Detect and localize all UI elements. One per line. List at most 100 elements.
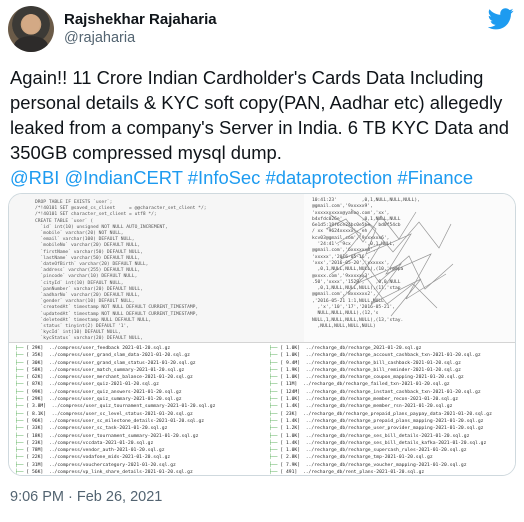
dump-line: ,NULL,NULL,NULL,NULL) — [312, 323, 376, 329]
file-size: [ 23K] — [280, 411, 303, 417]
file-size: [ 22K] — [26, 455, 49, 461]
file-path: ../compress/user_match_summary-2021-01-2… — [48, 367, 185, 373]
file-row: ├── [ 1.4K] ../recharge_db/recharge_prep… — [269, 418, 515, 425]
file-size: [ 2.8K] — [280, 455, 306, 461]
tweet-card[interactable]: Rajshekhar Rajaharia @rajaharia Again!! … — [0, 0, 524, 522]
tree-branch: ├── — [15, 404, 27, 410]
file-size: [ 124M] — [280, 389, 306, 395]
file-row: ├── [ 33K] ../compress/user_sc_task-2021… — [15, 425, 267, 432]
tree-branch: ├── — [269, 367, 281, 373]
file-row: ├── [ 29K] ../compress/user_quiz_summary… — [15, 396, 267, 403]
tweet-text: Again!! 11 Crore Indian Cardholder's Car… — [10, 65, 516, 190]
file-row: ├── [ 58K] ../compress/user_match_summar… — [15, 367, 267, 374]
file-path: ../compress/user_quiz-2021-01-20.sql.gz — [48, 382, 159, 388]
tweet-header: Rajshekhar Rajaharia @rajaharia — [8, 6, 516, 52]
hashtag-finance[interactable]: #Finance — [397, 167, 473, 188]
file-path: ../recharge_db/recharge_failed_txn-2021-… — [302, 382, 450, 388]
twitter-bird-icon[interactable] — [488, 8, 514, 30]
file-row: ├── [ 18K] ../compress/user_tournament_s… — [15, 433, 267, 440]
file-path: ../compress/vouchercategory-2021-01-20.s… — [48, 462, 176, 468]
file-size: [ 23K] — [26, 440, 49, 446]
file-size: [ 491] — [280, 470, 303, 476]
tweet-text-line: personal details & KYC soft copy(PAN, Aa… — [10, 92, 503, 113]
file-path: ../compress/vccdata-2021-01-20.sql.gz — [48, 440, 154, 446]
file-path: ../compress/user_quiz_summary-2021-01-20… — [48, 397, 182, 403]
file-row: ├── [ 11M] ../recharge_db/recharge_faile… — [269, 381, 515, 388]
mention-rbi[interactable]: @RBI — [10, 167, 59, 188]
author-names: Rajshekhar Rajaharia @rajaharia — [64, 10, 217, 48]
file-row: ├── [ 29K] ../compress/user_feedback 202… — [15, 345, 267, 352]
file-path: ../compress/user_merchant_balance-2021-0… — [48, 375, 193, 381]
file-listing-screenshot: ├── [ 29K] ../compress/user_feedback 202… — [9, 342, 515, 476]
file-path: ../compress/vp_link_share_details-2021-0… — [48, 470, 193, 476]
file-path: ../recharge_db/recharge_user_provider_ma… — [305, 426, 484, 432]
avatar-face — [22, 14, 40, 34]
file-size: [ 35K] — [26, 353, 49, 359]
author-display-name[interactable]: Rajshekhar Rajaharia — [64, 10, 217, 29]
file-size: [ 58K] — [26, 367, 49, 373]
tree-branch: ├── — [15, 448, 27, 454]
file-path: ../recharge_db/recharge_prepaid_plans_pa… — [302, 411, 492, 417]
file-size: [ 1.0K] — [280, 375, 306, 381]
file-path: ../compress/user_tournament_summary-2021… — [48, 433, 199, 439]
file-path: ../recharge_db/recharge_member_recon-202… — [305, 397, 459, 403]
file-list-right: ├── [ 1.0K] ../recharge_db/recharge_2021… — [269, 345, 515, 476]
tweet-text-line: 350GB compressed mysql dump. — [10, 142, 282, 163]
file-path: ../compress/vendor_auth-2021-01-20.sql.g… — [48, 448, 165, 454]
file-size: [ 30K] — [26, 360, 49, 366]
tweet-tags: @RBI @IndianCERT #InfoSec #dataprotectio… — [10, 165, 516, 190]
file-row: ├── [ 96K] ../compress/user_sc_milestone… — [15, 418, 267, 425]
file-size: [ 1.0K] — [280, 448, 306, 454]
file-size: [ 62K] — [26, 375, 49, 381]
sql-schema-screenshot: DROP TABLE IF EXISTS `user`;/*!40101 SET… — [9, 194, 304, 342]
file-path: ../compress/vodafone_mids-2021-01-20.sql… — [48, 455, 171, 461]
file-row: ├── [ 62K] ../compress/user_merchant_bal… — [15, 374, 267, 381]
file-row: ├── [ 1.0K] ../recharge_db/recharge_coup… — [269, 374, 515, 381]
file-size: [ 29K] — [26, 346, 49, 351]
file-path: ../recharge_db/recharge_2021-01-20.sql.g… — [305, 346, 422, 351]
file-path: ../recharge_db/recharge_member_rsn-2021-… — [305, 404, 453, 410]
file-path: ../compress/user_quiz_answers-2021-01-20… — [48, 389, 182, 395]
file-size: [ 9.4M] — [280, 360, 306, 366]
tree-branch: ├── — [269, 418, 281, 424]
file-path: ../compress/user_feedback 2021-01-20.sql… — [48, 346, 171, 351]
tree-branch: ├── — [15, 411, 27, 417]
file-size: [ 1.9K] — [280, 367, 306, 373]
file-path: ../recharge_db/recharge_voucher_mapping-… — [305, 462, 467, 468]
hashtag-dataprotection[interactable]: #dataprotection — [265, 167, 392, 188]
tree-branch: ├── — [269, 426, 281, 432]
tree-branch: ├── — [269, 411, 281, 417]
tweet-image[interactable]: DROP TABLE IF EXISTS `user`;/*!40101 SET… — [8, 193, 516, 476]
tree-branch: ├── — [15, 433, 27, 439]
file-path: ../compress/user_grand_slam_data-2021-01… — [48, 353, 190, 359]
file-row: ├── [ 87K] ../compress/user_quiz-2021-01… — [15, 381, 267, 388]
tree-branch: ├── — [269, 346, 281, 351]
file-row: ├── [ 35K] ../compress/user_grand_slam_d… — [15, 352, 267, 359]
tree-branch: ├── — [15, 346, 27, 351]
tweet-timestamp[interactable]: 9:06 PM · Feb 26, 2021 — [10, 489, 162, 505]
tree-branch: ├── — [269, 389, 281, 395]
file-row: ├── [ 56K] ../compress/vp_link_share_det… — [15, 469, 267, 476]
file-path: ../recharge_db/recharge_tmp-2021-01-20.s… — [305, 455, 433, 461]
file-path: ../compress/user_grand_slam_status-2021-… — [48, 360, 196, 366]
hashtag-infosec[interactable]: #InfoSec — [188, 167, 261, 188]
file-size: [ 8.1K] — [26, 411, 52, 417]
file-row: ├── [ 1.0K] ../recharge_db/recharge_supe… — [269, 447, 515, 454]
tree-branch: ├── — [15, 440, 27, 446]
file-path: ../recharge_db/recharge_bill_cashback-20… — [305, 360, 461, 366]
mention-indiancert[interactable]: @IndianCERT — [64, 167, 182, 188]
file-size: [ 29K] — [26, 397, 49, 403]
file-row: ├── [ 30K] ../compress/user_grand_slam_s… — [15, 360, 267, 367]
avatar[interactable] — [8, 6, 54, 52]
file-row: ├── [ 1.2K] ../recharge_db/recharge_user… — [269, 425, 515, 432]
file-size: [ 31M] — [26, 462, 49, 468]
author-handle[interactable]: @rajaharia — [64, 29, 217, 48]
file-size: [ 3.8M] — [26, 404, 52, 410]
file-row: ├── [ 1.4K] ../recharge_db/recharge_ses_… — [269, 440, 515, 447]
file-path: ../recharge_db/recharge_account_cashback… — [305, 353, 481, 359]
file-row: ├── [ 8.1K] ../compress/user_sc_level_st… — [15, 411, 267, 418]
file-path: ../recharge_db/recharge_prepaid_plans_ma… — [305, 418, 484, 424]
tree-branch: ├── — [15, 426, 27, 432]
file-size: [ 78M] — [26, 448, 49, 454]
tree-branch: ├── — [15, 397, 27, 403]
